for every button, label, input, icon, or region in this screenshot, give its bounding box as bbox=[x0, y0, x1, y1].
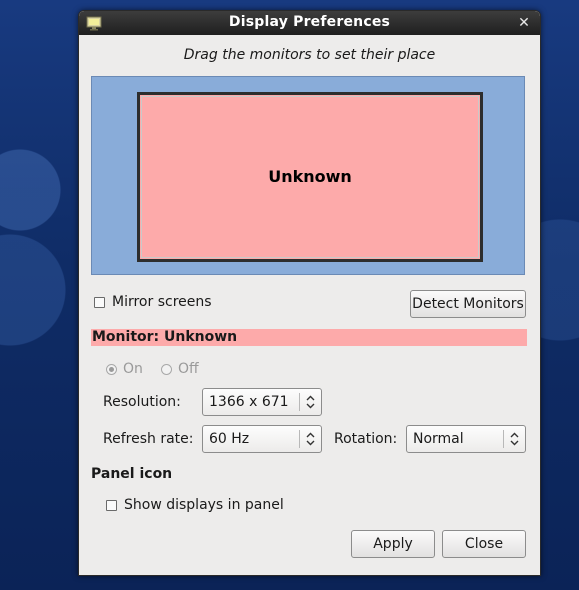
power-off-radio[interactable] bbox=[161, 363, 172, 375]
chevron-updown-icon bbox=[306, 432, 315, 446]
show-displays-checkbox[interactable] bbox=[106, 499, 117, 511]
combo-separator bbox=[503, 430, 504, 448]
monitor-name-label: Unknown bbox=[268, 167, 352, 186]
show-displays-label: Show displays in panel bbox=[124, 497, 284, 513]
close-button[interactable]: Close bbox=[442, 530, 526, 558]
mirror-screens-checkbox[interactable] bbox=[94, 296, 105, 308]
title-bar[interactable]: Display Preferences ✕ bbox=[79, 11, 540, 35]
show-displays-checkbox-row[interactable]: Show displays in panel bbox=[106, 497, 284, 513]
display-preferences-window: Display Preferences ✕ Drag the monitors … bbox=[78, 10, 541, 576]
combo-separator bbox=[299, 393, 300, 411]
mirror-screens-label: Mirror screens bbox=[112, 294, 212, 310]
combo-separator bbox=[299, 430, 300, 448]
power-on-label: On bbox=[123, 361, 143, 377]
power-off-radio-row[interactable]: Off bbox=[161, 361, 199, 377]
detect-monitors-button[interactable]: Detect Monitors bbox=[410, 290, 526, 318]
resolution-select[interactable]: 1366 x 671 bbox=[202, 388, 322, 416]
mirror-screens-checkbox-row[interactable]: Mirror screens bbox=[94, 294, 212, 310]
rotation-label: Rotation: bbox=[334, 431, 398, 447]
chevron-updown-icon bbox=[306, 395, 315, 409]
resolution-value: 1366 x 671 bbox=[209, 394, 289, 410]
rotation-select[interactable]: Normal bbox=[406, 425, 526, 453]
close-icon[interactable]: ✕ bbox=[516, 15, 532, 31]
panel-icon-heading: Panel icon bbox=[91, 466, 173, 482]
window-title: Display Preferences bbox=[228, 14, 391, 30]
power-on-radio-row[interactable]: On bbox=[106, 361, 143, 377]
chevron-updown-icon bbox=[510, 432, 519, 446]
rotation-value: Normal bbox=[413, 431, 464, 447]
refresh-rate-value: 60 Hz bbox=[209, 431, 250, 447]
instruction-text: Drag the monitors to set their place bbox=[183, 47, 436, 63]
apply-button[interactable]: Apply bbox=[351, 530, 435, 558]
power-off-label: Off bbox=[178, 361, 199, 377]
refresh-rate-label: Refresh rate: bbox=[103, 431, 194, 447]
monitor-arrangement-area: Unknown bbox=[91, 76, 525, 275]
resolution-label: Resolution: bbox=[103, 394, 181, 410]
power-on-radio[interactable] bbox=[106, 363, 117, 375]
monitor-rectangle[interactable]: Unknown bbox=[137, 92, 483, 262]
refresh-rate-select[interactable]: 60 Hz bbox=[202, 425, 322, 453]
monitor-header: Monitor: Unknown bbox=[91, 329, 527, 346]
